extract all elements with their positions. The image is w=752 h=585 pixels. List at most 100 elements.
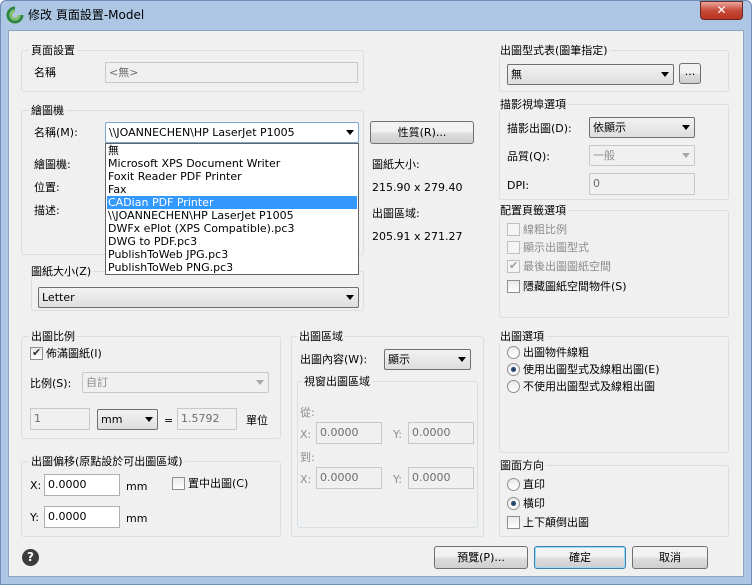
scale-unit-value: mm [101, 413, 123, 426]
description-label: 描述: [34, 204, 60, 217]
option-label-1: 顯示出圖型式 [523, 241, 589, 254]
landscape-radio[interactable] [507, 497, 520, 510]
orientation-group-title: 圖面方向 [498, 459, 546, 472]
app-icon [6, 6, 24, 24]
plot-option-label-0: 出圖物件線粗 [523, 346, 589, 359]
window-area-group [297, 381, 478, 528]
plot-option-label-1: 使用出圖型式及線粗出圖(E) [523, 363, 660, 376]
printer-option-9[interactable]: PublishToWeb PNG.pc3 [107, 261, 357, 274]
chevron-down-icon [256, 380, 264, 385]
option-checkbox-1[interactable] [507, 241, 520, 254]
upside-down-checkbox[interactable] [507, 516, 520, 529]
offset-y-input[interactable]: 0.0000 [44, 506, 120, 528]
printer-option-2[interactable]: Foxit Reader PDF Printer [107, 170, 357, 183]
plot-offset-group-title: 出圖偏移(原點設於可出圖區域) [29, 455, 185, 468]
quality-value: 一般 [593, 149, 615, 162]
offset-y-unit: mm [126, 512, 148, 525]
scale-unit-combo[interactable]: mm [97, 409, 158, 430]
printer-name-combo[interactable]: \\JOANNECHEN\HP LaserJet P1005 [105, 122, 359, 143]
chevron-down-icon [661, 72, 669, 77]
portrait-radio[interactable] [507, 478, 520, 491]
landscape-label: 橫印 [523, 497, 545, 510]
option-checkbox-0[interactable] [507, 223, 520, 236]
shaded-group-title: 描影視埠選項 [498, 98, 568, 111]
title-bar[interactable]: 修改 頁面設置-Model ✕ [0, 0, 752, 30]
scale-combo[interactable]: 自訂 [82, 372, 269, 393]
printer-option-4[interactable]: CADian PDF Printer [107, 196, 357, 209]
equals-sign: = [164, 414, 174, 427]
to-x-input[interactable]: 0.0000 [316, 467, 382, 489]
dpi-input[interactable]: 0 [589, 173, 695, 195]
from-x-label: X: [300, 428, 312, 441]
shade-plot-label: 描影出圖(D): [507, 122, 572, 135]
fit-to-paper-checkbox[interactable] [30, 346, 43, 360]
to-y-label: Y: [393, 473, 402, 486]
option-checkbox-3[interactable] [507, 280, 520, 293]
center-plot-label: 置中出圖(C) [188, 477, 249, 490]
printer-option-7[interactable]: DWG to PDF.pc3 [107, 235, 357, 248]
chevron-down-icon [458, 357, 466, 362]
from-y-input[interactable]: 0.0000 [408, 422, 474, 444]
center-plot-checkbox[interactable] [172, 477, 185, 490]
scale-unit-label: 單位 [246, 414, 268, 427]
fit-to-paper-label: 佈滿圖紙(I) [46, 347, 102, 360]
window-area-group-title: 視窗出圖區域 [302, 375, 372, 388]
paper-size-value: Letter [42, 291, 75, 304]
quality-combo[interactable]: 一般 [589, 145, 695, 166]
option-checkbox-2[interactable] [507, 259, 520, 273]
shade-plot-value: 依顯示 [593, 121, 626, 134]
offset-x-label: X: [30, 479, 42, 492]
help-icon[interactable]: ? [22, 549, 39, 566]
chevron-down-icon [145, 417, 153, 422]
what-to-plot-combo[interactable]: 顯示 [384, 349, 471, 370]
to-y-input[interactable]: 0.0000 [408, 467, 474, 489]
shade-plot-combo[interactable]: 依顯示 [589, 117, 695, 138]
plotter-label: 繪圖機: [34, 158, 71, 171]
page-setup-group-title: 頁面設置 [29, 44, 77, 57]
option-label-3: 隱藏圖紙空間物件(S) [523, 280, 627, 293]
printer-dropdown-list[interactable]: 無 Microsoft XPS Document Writer Foxit Re… [105, 143, 359, 275]
chevron-down-icon [682, 125, 690, 130]
window-title: 修改 頁面設置-Model [28, 8, 145, 22]
paper-size-info-label: 圖紙大小: [372, 158, 420, 171]
chevron-down-icon [346, 130, 354, 135]
print-area-info-value: 205.91 x 271.27 [372, 230, 463, 243]
plot-style-edit-button[interactable]: ... [679, 63, 701, 84]
printer-option-3[interactable]: Fax [107, 183, 357, 196]
cancel-button[interactable]: 取消 [632, 546, 708, 569]
scale-label: 比例(S): [30, 377, 72, 390]
preview-button[interactable]: 預覽(P)... [434, 546, 528, 569]
plot-style-combo[interactable]: 無 [507, 64, 674, 85]
scale-right-input[interactable]: 1.5792 [177, 408, 237, 430]
printer-option-5[interactable]: \\JOANNECHEN\HP LaserJet P1005 [107, 209, 357, 222]
scale-left-input[interactable]: 1 [30, 408, 90, 430]
paper-size-combo[interactable]: Letter [38, 287, 359, 308]
scale-value: 自訂 [86, 376, 108, 389]
what-to-plot-value: 顯示 [388, 353, 410, 366]
properties-button[interactable]: 性質(R)... [370, 121, 474, 144]
from-label: 從: [300, 406, 315, 419]
close-button[interactable]: ✕ [700, 1, 743, 20]
portrait-label: 直印 [523, 478, 545, 491]
printer-option-8[interactable]: PublishToWeb JPG.pc3 [107, 248, 357, 261]
what-to-plot-label: 出圖內容(W): [300, 353, 368, 366]
upside-down-label: 上下顛倒出圖 [523, 516, 589, 529]
quality-label: 品質(Q): [507, 150, 550, 163]
printer-option-0[interactable]: 無 [107, 144, 357, 157]
option-label-0: 線粗比例 [523, 223, 567, 236]
ok-button[interactable]: 確定 [534, 546, 626, 569]
plot-option-radio-0[interactable] [507, 346, 520, 359]
plot-option-radio-1[interactable] [507, 363, 520, 376]
plot-scale-group-title: 出圖比例 [29, 330, 77, 343]
offset-x-input[interactable]: 0.0000 [44, 474, 120, 496]
page-setup-name-label: 名稱 [34, 66, 56, 79]
chevron-down-icon [346, 295, 354, 300]
plot-style-value: 無 [511, 68, 522, 81]
page-setup-name-field: <無> [105, 62, 358, 83]
chevron-down-icon [682, 153, 690, 158]
plot-option-radio-2[interactable] [507, 380, 520, 393]
printer-option-6[interactable]: DWFx ePlot (XPS Compatible).pc3 [107, 222, 357, 235]
from-x-input[interactable]: 0.0000 [316, 422, 382, 444]
printer-option-1[interactable]: Microsoft XPS Document Writer [107, 157, 357, 170]
dpi-label: DPI: [507, 179, 530, 192]
